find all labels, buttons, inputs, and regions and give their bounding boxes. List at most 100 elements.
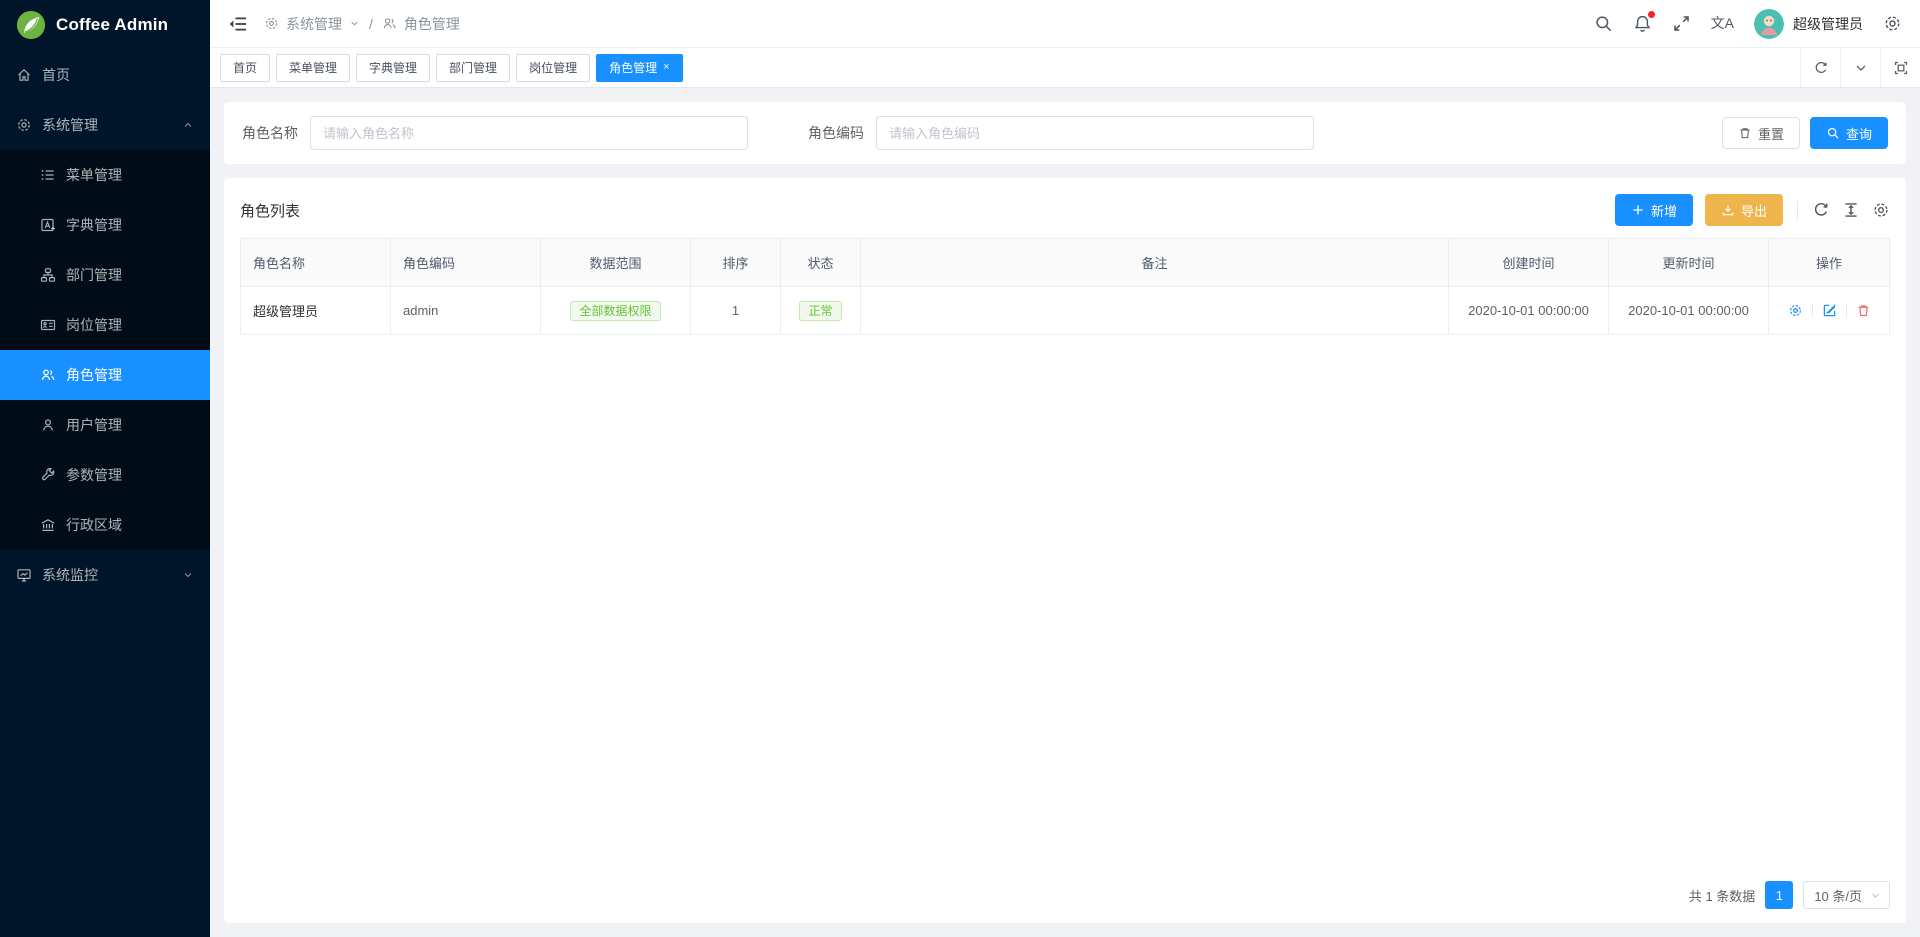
sidebar-item-dept-management[interactable]: 部门管理 — [0, 250, 210, 300]
page-size-select[interactable]: 10 条/页 — [1803, 881, 1890, 909]
cell-data-scope: 全部数据权限 — [541, 287, 691, 335]
row-density-icon[interactable] — [1842, 201, 1860, 219]
sidebar-submenu-system: 菜单管理 字典管理 部门管理 岗位管理 角色管理 用户管理 — [0, 150, 210, 550]
spring-leaf-logo-icon — [16, 10, 46, 40]
col-operations: 操作 — [1769, 239, 1889, 287]
tab-label: 角色管理 — [609, 59, 657, 76]
reset-button[interactable]: 重置 — [1722, 117, 1800, 149]
refresh-icon[interactable] — [1800, 48, 1840, 87]
tab-close-icon[interactable]: × — [663, 62, 669, 73]
tab-post-management[interactable]: 岗位管理 — [516, 54, 590, 82]
tab-bar-tools — [1800, 48, 1920, 87]
breadcrumb: 系统管理 / 角色管理 — [264, 14, 460, 34]
col-role-code: 角色编码 — [391, 239, 541, 287]
cell-operations — [1769, 287, 1889, 335]
data-scope-tag: 全部数据权限 — [570, 301, 660, 321]
header-actions: 文A 超级管理员 — [1594, 9, 1902, 39]
cell-sort: 1 — [691, 287, 781, 335]
export-button[interactable]: 导出 — [1705, 194, 1783, 226]
list-card-header: 角色列表 新增 导出 — [240, 190, 1890, 238]
sidebar-item-label: 角色管理 — [66, 365, 122, 385]
col-created: 创建时间 — [1449, 239, 1609, 287]
cell-remark — [861, 287, 1449, 335]
breadcrumb-item-role: 角色管理 — [404, 14, 460, 34]
col-updated: 更新时间 — [1609, 239, 1769, 287]
sidebar-item-dict-management[interactable]: 字典管理 — [0, 200, 210, 250]
notification-bell-icon[interactable] — [1633, 14, 1652, 33]
tab-dept-management[interactable]: 部门管理 — [436, 54, 510, 82]
column-settings-gear-icon[interactable] — [1872, 201, 1890, 219]
sidebar-item-system-monitor[interactable]: 系统监控 — [0, 550, 210, 600]
col-remark: 备注 — [861, 239, 1449, 287]
sidebar-item-system-management[interactable]: 系统管理 — [0, 100, 210, 150]
sidebar-collapse-icon[interactable] — [228, 14, 248, 34]
cell-role-name: 超级管理员 — [241, 287, 391, 335]
sidebar-item-label: 字典管理 — [66, 215, 122, 235]
refresh-table-icon[interactable] — [1812, 201, 1830, 219]
filter-card: 角色名称 角色编码 重置 查询 — [224, 102, 1906, 164]
sidebar-item-post-management[interactable]: 岗位管理 — [0, 300, 210, 350]
search-button-label: 查询 — [1846, 124, 1872, 143]
search-button[interactable]: 查询 — [1810, 117, 1888, 149]
tab-role-management[interactable]: 角色管理 × — [596, 54, 682, 82]
sidebar-item-role-management[interactable]: 角色管理 — [0, 350, 210, 400]
wrench-icon — [40, 467, 56, 483]
main-column: 系统管理 / 角色管理 文A — [210, 0, 1920, 937]
cell-role-code: admin — [391, 287, 541, 335]
page-size-value: 10 条/页 — [1814, 886, 1862, 905]
user-icon — [40, 417, 56, 433]
sidebar-item-label: 用户管理 — [66, 415, 122, 435]
settings-gear-icon[interactable] — [1883, 14, 1902, 33]
sidebar-item-label: 首页 — [42, 65, 70, 85]
role-list-card: 角色列表 新增 导出 — [224, 178, 1906, 923]
tab-label: 部门管理 — [449, 59, 497, 76]
sidebar-item-user-management[interactable]: 用户管理 — [0, 400, 210, 450]
sidebar-item-home[interactable]: 首页 — [0, 50, 210, 100]
app-title: Coffee Admin — [56, 15, 168, 35]
sidebar-item-menu-management[interactable]: 菜单管理 — [0, 150, 210, 200]
pagination-page-1[interactable]: 1 — [1765, 881, 1793, 909]
top-header: 系统管理 / 角色管理 文A — [210, 0, 1920, 48]
row-permissions-gear-icon[interactable] — [1788, 303, 1803, 318]
search-icon[interactable] — [1594, 14, 1613, 33]
app-logo[interactable]: Coffee Admin — [0, 0, 210, 50]
monitor-icon — [16, 567, 32, 583]
tab-options-chevron-icon[interactable] — [1840, 48, 1880, 87]
role-code-input[interactable] — [876, 116, 1314, 150]
sidebar-item-admin-region[interactable]: 行政区域 — [0, 500, 210, 550]
plus-icon — [1631, 203, 1645, 217]
col-status: 状态 — [781, 239, 861, 287]
user-menu[interactable]: 超级管理员 — [1754, 9, 1863, 39]
row-delete-icon[interactable] — [1856, 303, 1871, 318]
add-button[interactable]: 新增 — [1615, 194, 1693, 226]
tab-menu-management[interactable]: 菜单管理 — [276, 54, 350, 82]
sidebar-item-label: 参数管理 — [66, 465, 122, 485]
toolbar-divider — [1797, 201, 1798, 219]
sidebar-item-label: 部门管理 — [66, 265, 122, 285]
breadcrumb-item-system[interactable]: 系统管理 — [286, 14, 342, 34]
pagination: 共 1 条数据 1 10 条/页 — [240, 871, 1890, 909]
content-area: 角色名称 角色编码 重置 查询 角色列表 — [210, 88, 1920, 937]
role-name-input[interactable] — [310, 116, 748, 150]
sidebar-item-param-management[interactable]: 参数管理 — [0, 450, 210, 500]
role-people-icon — [40, 367, 56, 383]
sidebar-item-label: 系统监控 — [42, 565, 98, 585]
row-edit-icon[interactable] — [1822, 303, 1837, 318]
chevron-up-icon — [182, 119, 194, 131]
cell-status: 正常 — [781, 287, 861, 335]
maximize-content-icon[interactable] — [1880, 48, 1920, 87]
tab-label: 菜单管理 — [289, 59, 337, 76]
cell-created: 2020-10-01 00:00:00 — [1449, 287, 1609, 335]
tab-dict-management[interactable]: 字典管理 — [356, 54, 430, 82]
list-title: 角色列表 — [240, 200, 300, 221]
table-row: 超级管理员 admin 全部数据权限 1 正常 2020-10-01 00:00… — [241, 287, 1889, 335]
notification-badge-dot — [1648, 11, 1655, 18]
breadcrumb-separator: / — [369, 16, 373, 32]
translate-icon[interactable]: 文A — [1711, 14, 1734, 33]
sidebar-item-label: 菜单管理 — [66, 165, 122, 185]
list-icon — [40, 167, 56, 183]
pagination-total: 共 1 条数据 — [1689, 886, 1755, 905]
sidebar-item-label: 系统管理 — [42, 115, 98, 135]
fullscreen-icon[interactable] — [1672, 14, 1691, 33]
tab-home[interactable]: 首页 — [220, 54, 270, 82]
